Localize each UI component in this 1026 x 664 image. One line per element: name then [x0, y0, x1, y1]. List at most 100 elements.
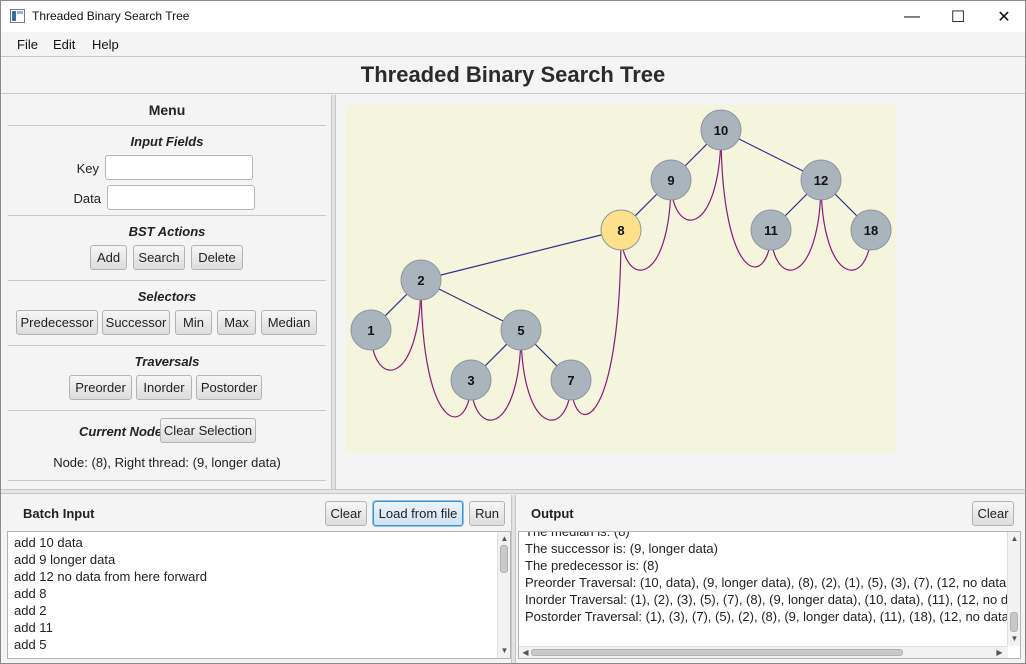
tree-node-8[interactable]: 8 [600, 209, 642, 251]
tree-view: 10 9 12 8 11 18 2 1 5 3 7 [337, 95, 1025, 489]
divider [8, 480, 326, 481]
node-label: 8 [617, 223, 624, 238]
divider [8, 125, 326, 126]
output-horizontal-scrollbar[interactable]: ◀ ▶ [519, 646, 1008, 658]
data-label: Data [73, 191, 101, 206]
output-clear-button[interactable]: Clear [972, 501, 1014, 526]
node-label: 3 [467, 373, 474, 388]
scroll-right-icon[interactable]: ▶ [995, 648, 1004, 657]
tree-canvas[interactable]: 10 9 12 8 11 18 2 1 5 3 7 [346, 105, 896, 453]
batch-line: add 11 [14, 620, 53, 635]
search-button[interactable]: Search [133, 245, 185, 270]
tree-node-18[interactable]: 18 [850, 209, 892, 251]
delete-button[interactable]: Delete [191, 245, 243, 270]
node-label: 5 [517, 323, 524, 338]
min-button[interactable]: Min [175, 310, 212, 335]
batch-line: add 12 no data from here forward [14, 569, 207, 584]
tree-node-5[interactable]: 5 [500, 309, 542, 351]
tree-node-2[interactable]: 2 [400, 259, 442, 301]
scroll-up-icon[interactable]: ▲ [500, 534, 509, 543]
batch-line: add 10 data [14, 535, 83, 550]
node-label: 7 [567, 373, 574, 388]
batch-input-textarea[interactable]: add 10 data add 9 longer data add 12 no … [7, 531, 511, 659]
tree-node-3[interactable]: 3 [450, 359, 492, 401]
data-input[interactable] [107, 185, 255, 210]
scroll-up-icon[interactable]: ▲ [1010, 534, 1019, 543]
app-header: Threaded Binary Search Tree [1, 56, 1025, 94]
batch-input-title: Batch Input [23, 506, 95, 521]
key-input[interactable] [105, 155, 253, 180]
divider [8, 280, 326, 281]
node-label: 10 [714, 123, 728, 138]
batch-line: add 8 [14, 586, 47, 601]
successor-button[interactable]: Successor [102, 310, 170, 335]
node-label: 18 [864, 223, 878, 238]
output-line: The successor is: (9, longer data) [525, 541, 718, 556]
scroll-thumb[interactable] [531, 649, 903, 656]
preorder-button[interactable]: Preorder [69, 375, 132, 400]
menu-panel: Menu Input Fields Key Data BST Actions A… [3, 95, 331, 489]
tree-node-12[interactable]: 12 [800, 159, 842, 201]
output-line: Preorder Traversal: (10, data), (9, long… [525, 575, 1021, 590]
maximize-button[interactable]: ☐ [935, 1, 981, 32]
window-title: Threaded Binary Search Tree [32, 9, 190, 23]
output-textarea[interactable]: The median is: (8) The successor is: (9,… [518, 531, 1021, 659]
output-line: The predecessor is: (8) [525, 558, 659, 573]
app-title: Threaded Binary Search Tree [360, 62, 666, 87]
tree-drawing: 10 9 12 8 11 18 2 1 5 3 7 [350, 109, 892, 421]
minimize-button[interactable]: — [889, 1, 935, 32]
clear-selection-button[interactable]: Clear Selection [160, 418, 256, 443]
output-vertical-scrollbar[interactable]: ▲ ▼ [1007, 532, 1020, 646]
tree-node-1[interactable]: 1 [350, 309, 392, 351]
tree-node-11[interactable]: 11 [750, 209, 792, 251]
current-node-label: Current Node [79, 424, 163, 439]
scroll-thumb[interactable] [500, 545, 508, 573]
divider [8, 345, 326, 346]
scroll-down-icon[interactable]: ▼ [1010, 634, 1019, 643]
batch-input-panel: Batch Input Clear Load from file Run add… [3, 495, 511, 663]
inorder-button[interactable]: Inorder [136, 375, 192, 400]
output-line: Postorder Traversal: (1), (3), (7), (5),… [525, 609, 1021, 624]
output-line: The median is: (8) [525, 531, 630, 539]
batch-line: add 5 [14, 637, 47, 652]
key-label: Key [76, 161, 99, 176]
load-from-file-button[interactable]: Load from file [373, 501, 463, 526]
predecessor-button[interactable]: Predecessor [16, 310, 98, 335]
tree-edge [420, 229, 622, 281]
input-fields-title: Input Fields [130, 134, 204, 149]
postorder-button[interactable]: Postorder [196, 375, 262, 400]
batch-vertical-scrollbar[interactable]: ▲ ▼ [497, 532, 510, 658]
title-bar[interactable]: Threaded Binary Search Tree — ☐ ✕ [1, 1, 1025, 32]
traversals-title: Traversals [134, 354, 200, 369]
current-node-info: Node: (8), Right thread: (9, longer data… [53, 455, 281, 470]
tree-node-10[interactable]: 10 [700, 109, 742, 151]
output-title: Output [531, 506, 574, 521]
output-line: Inorder Traversal: (1), (2), (3), (5), (… [525, 592, 1021, 607]
batch-clear-button[interactable]: Clear [325, 501, 367, 526]
batch-line: add 9 longer data [14, 552, 116, 567]
menu-edit[interactable]: Edit [53, 37, 75, 52]
close-button[interactable]: ✕ [981, 1, 1025, 32]
divider [8, 215, 326, 216]
selectors-title: Selectors [137, 289, 197, 304]
scroll-thumb[interactable] [1010, 612, 1018, 632]
menu-heading: Menu [148, 102, 186, 118]
tree-node-9[interactable]: 9 [650, 159, 692, 201]
add-button[interactable]: Add [90, 245, 127, 270]
bst-actions-title: BST Actions [128, 224, 206, 239]
divider [8, 410, 326, 411]
tree-node-7[interactable]: 7 [550, 359, 592, 401]
menu-file[interactable]: File [17, 37, 38, 52]
run-button[interactable]: Run [469, 501, 505, 526]
menu-bar: File Edit Help [1, 32, 1025, 56]
output-panel: Output Clear The median is: (8) The succ… [516, 495, 1025, 663]
horizontal-splitter[interactable] [1, 489, 1025, 494]
batch-line: add 2 [14, 603, 47, 618]
node-label: 1 [367, 323, 374, 338]
scroll-left-icon[interactable]: ◀ [521, 648, 530, 657]
max-button[interactable]: Max [217, 310, 256, 335]
menu-help[interactable]: Help [92, 37, 119, 52]
vertical-splitter[interactable] [331, 95, 336, 489]
scroll-down-icon[interactable]: ▼ [500, 646, 509, 655]
median-button[interactable]: Median [261, 310, 317, 335]
